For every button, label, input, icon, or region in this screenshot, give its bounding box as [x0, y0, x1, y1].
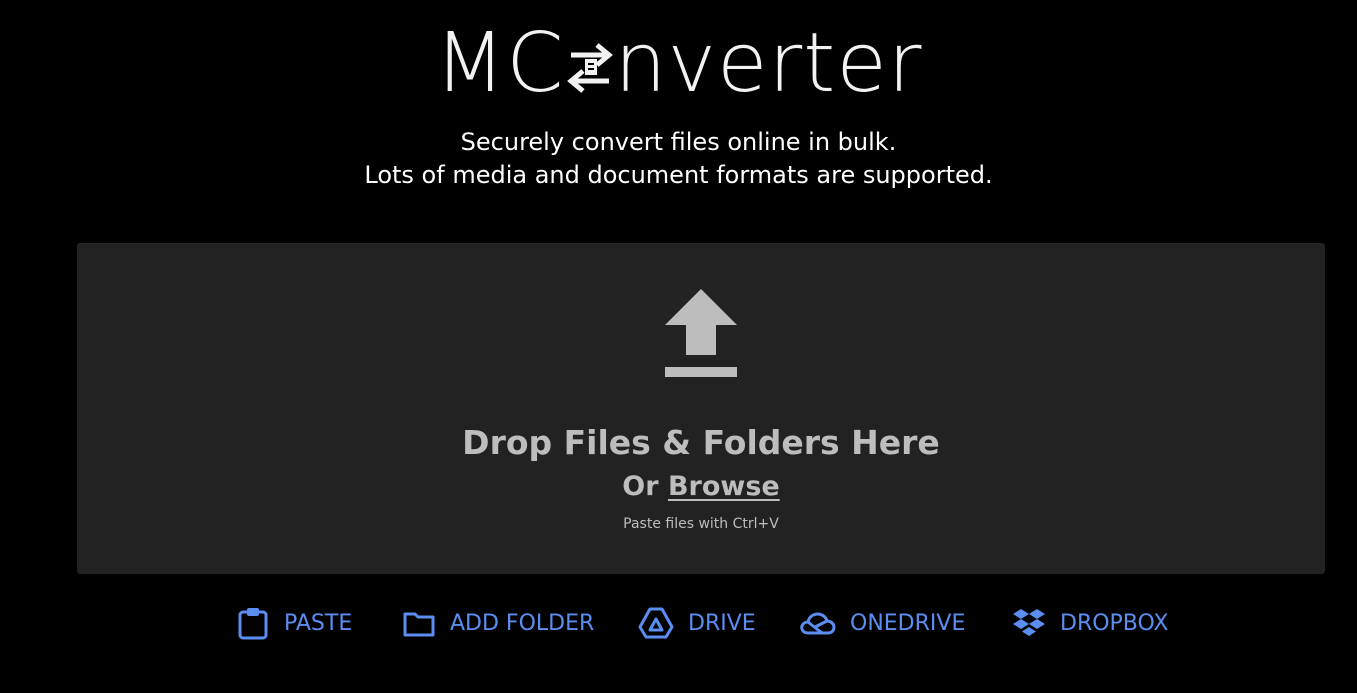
onedrive-button[interactable]: ONEDRIVE — [800, 600, 965, 646]
tagline-line-1: Securely convert files online in bulk. — [460, 128, 897, 156]
tagline: Securely convert files online in bulk. L… — [0, 126, 1357, 192]
dropbox-icon — [1013, 609, 1045, 636]
file-dropzone[interactable]: Drop Files & Folders Here Or Browse Past… — [77, 243, 1325, 574]
convert-arrows-icon — [566, 43, 613, 93]
browse-link[interactable]: Browse — [668, 471, 780, 502]
folder-icon — [403, 612, 435, 637]
dropzone-title: Drop Files & Folders Here — [462, 423, 940, 462]
google-drive-button[interactable]: DRIVE — [638, 600, 756, 646]
onedrive-icon — [800, 612, 836, 635]
page: MC nverter Securely convert files online… — [0, 0, 1357, 693]
dropbox-button-label: DROPBOX — [1060, 610, 1169, 636]
paste-hint: Paste files with Ctrl+V — [623, 516, 779, 532]
add-folder-button[interactable]: ADD FOLDER — [402, 600, 594, 646]
or-label: Or — [622, 471, 668, 502]
tagline-line-2: Lots of media and document formats are s… — [364, 161, 993, 189]
logo-text-end: nverter — [614, 15, 923, 111]
google-drive-icon — [638, 607, 674, 639]
upload-icon — [665, 289, 737, 377]
add-folder-button-label: ADD FOLDER — [450, 610, 595, 636]
paste-button-label: PASTE — [284, 610, 353, 636]
logo-text-start: MC — [434, 15, 565, 111]
paste-button[interactable]: PASTE — [236, 600, 352, 646]
logo: MC nverter — [0, 15, 1357, 111]
dropzone-or-line: Or Browse — [77, 471, 1325, 502]
clipboard-icon — [238, 608, 268, 640]
google-drive-button-label: DRIVE — [688, 610, 756, 636]
source-actions: PASTE ADD FOLDER DRIVE ONEDRIVE DROPBOX — [0, 600, 1357, 646]
dropbox-button[interactable]: DROPBOX — [1012, 600, 1169, 646]
onedrive-button-label: ONEDRIVE — [850, 610, 966, 636]
